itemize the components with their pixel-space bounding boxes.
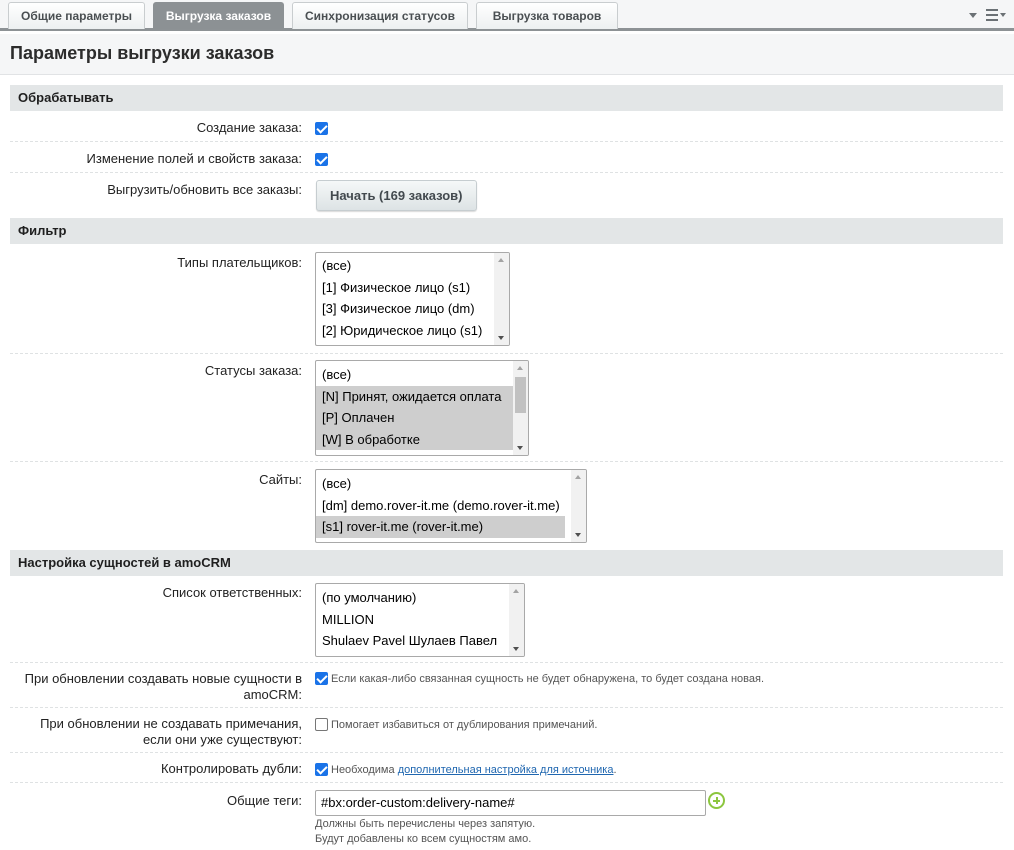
payer-type-option[interactable]: (все) [316, 255, 509, 277]
change-order-checkbox[interactable] [315, 153, 328, 167]
change-order-label: Изменение полей и свойств заказа: [86, 151, 302, 166]
row-no-duplicate-notes: При обновлении не создавать примечания, … [10, 708, 1003, 753]
section-filter: Фильтр [10, 218, 1003, 244]
tab-order-export[interactable]: Выгрузка заказов [153, 2, 284, 29]
create-new-entities-label-line: При обновлении создавать новые сущности … [24, 671, 302, 686]
row-create-order: Создание заказа: [10, 111, 1003, 142]
common-tags-input[interactable]: #bx:order-custom:delivery-name# [315, 790, 706, 816]
responsible-option[interactable]: (по умолчанию) [316, 587, 524, 609]
scrollbar[interactable] [509, 584, 524, 656]
no-duplicate-notes-label-line: При обновлении не создавать примечания, [40, 716, 302, 731]
scrollbar[interactable] [571, 470, 586, 542]
sites-label: Сайты: [259, 472, 302, 487]
row-change-order: Изменение полей и свойств заказа: [10, 142, 1003, 173]
tags-note-1: Должны быть перечислены через запятую. [315, 818, 536, 830]
tab-bar: Общие параметры Выгрузка заказов Синхрон… [0, 0, 1014, 31]
status-option[interactable]: [P] Оплачен [316, 407, 528, 429]
tab-general-settings[interactable]: Общие параметры [8, 2, 145, 29]
start-export-button[interactable]: Начать (169 заказов) [316, 180, 477, 211]
section-process: Обрабатывать [10, 85, 1003, 111]
no-duplicate-notes-label-line: если они уже существуют: [142, 732, 302, 747]
site-option[interactable]: [s1] rover-it.me (rover-it.me) [316, 516, 565, 538]
scrollbar[interactable] [513, 361, 528, 455]
add-tag-icon[interactable] [708, 792, 725, 809]
status-option[interactable]: [N] Принят, ожидается оплата [316, 385, 528, 408]
export-all-label: Выгрузить/обновить все заказы: [107, 182, 302, 197]
page-title: Параметры выгрузки заказов [10, 43, 275, 63]
tags-note-2: Будут добавлены ко всем сущностям амо. [315, 833, 532, 845]
create-new-entities-label: При обновлении создавать новые сущности … [25, 671, 302, 703]
create-new-entities-hint: Если какая-либо связанная сущность не бу… [331, 672, 765, 685]
create-order-label: Создание заказа: [196, 120, 302, 135]
create-new-entities-label-line: amoCRM: [243, 687, 302, 702]
menu-icon[interactable] [986, 8, 1006, 22]
control-duplicates-checkbox[interactable] [315, 763, 328, 777]
control-duplicates-label: Контролировать дубли: [160, 761, 302, 776]
site-option[interactable]: [dm] demo.rover-it.me (demo.rover-it.me) [316, 495, 586, 517]
no-duplicate-notes-label: При обновлении не создавать примечания, … [40, 716, 302, 748]
chevron-down-icon[interactable] [968, 10, 978, 20]
control-duplicates-hint: Необходима дополнительная настройка для … [331, 764, 617, 776]
payer-type-option[interactable]: [1] Физическое лицо (s1) [316, 277, 509, 299]
status-option[interactable]: (все) [316, 364, 528, 386]
responsible-label: Список ответственных: [162, 585, 302, 600]
status-option[interactable]: [W] В обработке [316, 428, 528, 451]
payer-type-option[interactable]: [2] Юридическое лицо (s1) [316, 320, 509, 342]
sites-select[interactable]: (все) [dm] demo.rover-it.me (demo.rover-… [315, 469, 587, 543]
create-new-entities-checkbox[interactable] [315, 672, 328, 686]
source-settings-link[interactable]: дополнительная настройка для источника [398, 764, 614, 776]
responsible-select[interactable]: (по умолчанию) MILLION Shulaev Pavel Шул… [315, 583, 525, 657]
row-control-duplicates: Контролировать дубли: Необходима дополни… [10, 753, 1003, 783]
site-option[interactable]: (все) [316, 473, 586, 495]
row-create-new-entities: При обновлении создавать новые сущности … [10, 663, 1003, 708]
section-amocrm: Настройка сущностей в amoCRM [10, 550, 1003, 576]
row-export-all: Выгрузить/обновить все заказы: Начать (1… [10, 173, 1003, 218]
tab-status-sync[interactable]: Синхронизация статусов [292, 2, 468, 29]
hint-text: . [613, 763, 617, 776]
common-tags-label: Общие теги: [226, 793, 302, 808]
order-statuses-label: Статусы заказа: [204, 363, 302, 378]
order-statuses-select[interactable]: (все) [N] Принят, ожидается оплата [P] О… [315, 360, 529, 456]
responsible-option[interactable]: MILLION [316, 609, 524, 631]
no-duplicate-notes-checkbox[interactable] [315, 718, 328, 732]
payer-types-label: Типы плательщиков: [177, 255, 302, 270]
page-header: Параметры выгрузки заказов [0, 34, 1014, 75]
hint-text: Необходима [331, 763, 395, 776]
payer-type-option[interactable]: [3] Физическое лицо (dm) [316, 298, 509, 320]
create-order-checkbox[interactable] [315, 122, 328, 136]
no-duplicate-notes-hint: Помогает избавиться от дублирования прим… [331, 718, 598, 731]
scrollbar[interactable] [494, 253, 509, 345]
payer-types-select[interactable]: (все) [1] Физическое лицо (s1) [3] Физич… [315, 252, 510, 346]
responsible-option[interactable]: Shulaev Pavel Шулаев Павел [316, 630, 524, 652]
tab-product-export[interactable]: Выгрузка товаров [476, 2, 618, 29]
